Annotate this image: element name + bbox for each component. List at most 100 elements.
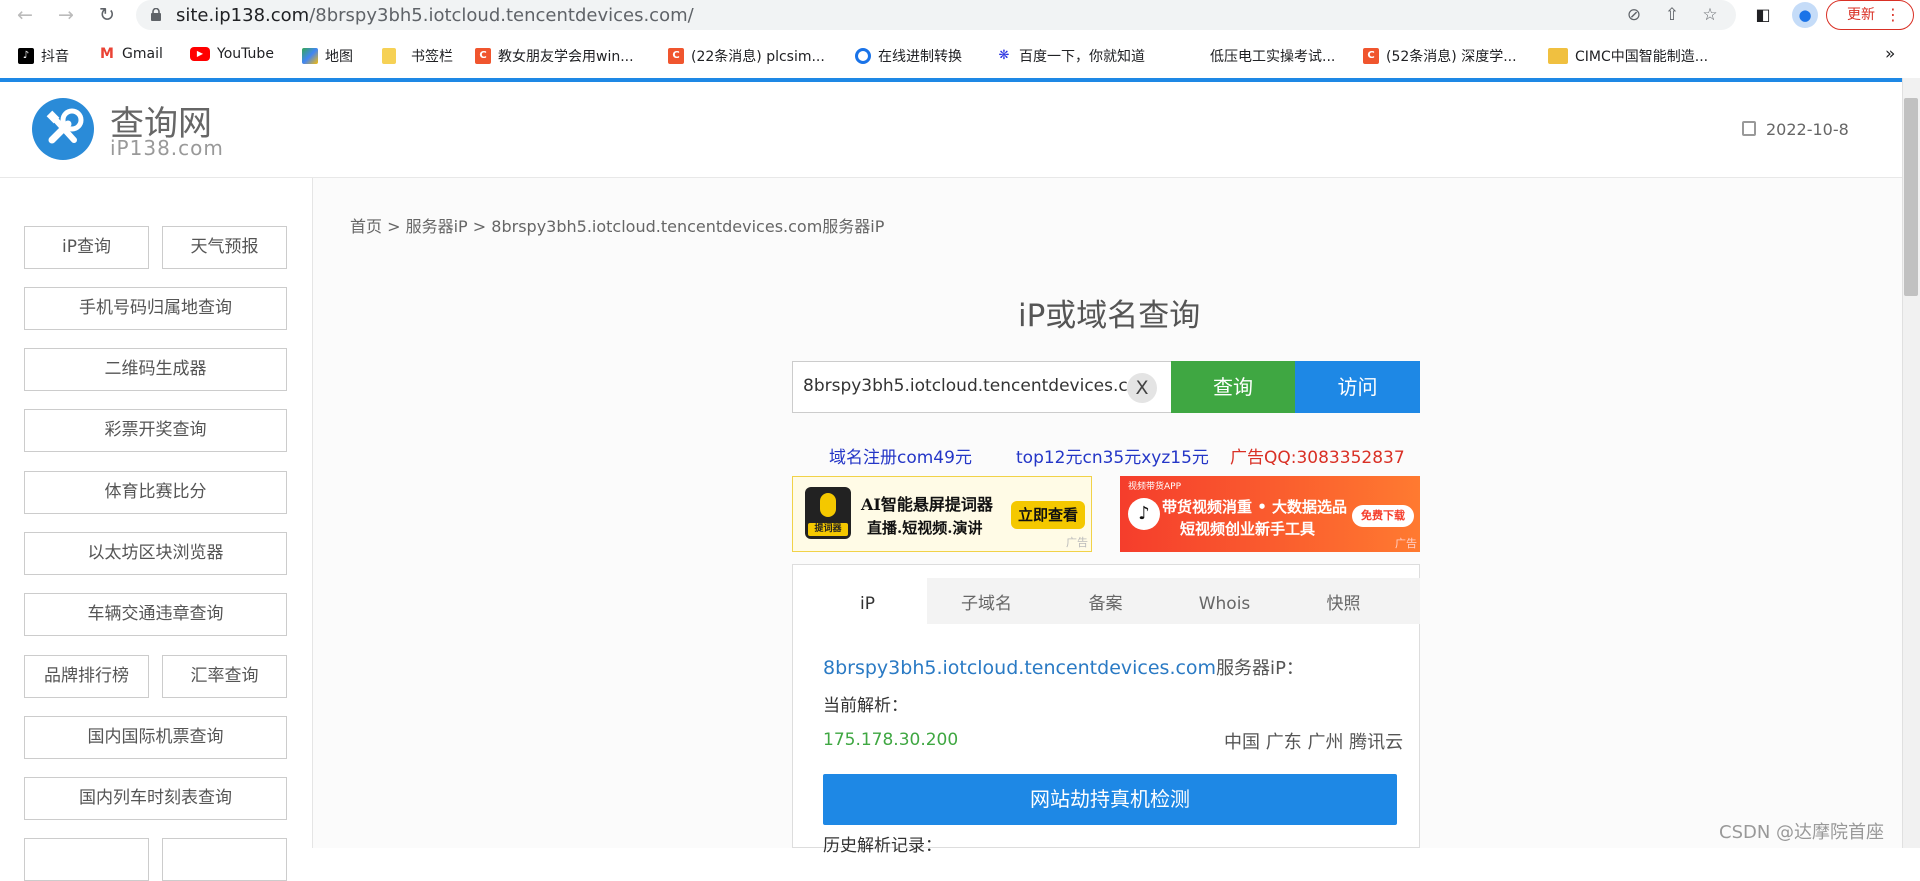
bookmark-label: Gmail (122, 46, 163, 62)
folder-icon (382, 48, 396, 64)
sidebar-item-lottery[interactable]: 彩票开奖查询 (24, 409, 287, 452)
tab-whois[interactable]: Whois (1165, 578, 1284, 624)
result-domain-link[interactable]: 8brspy3bh5.iotcloud.tencentdevices.com (823, 657, 1216, 679)
more-bookmarks-icon[interactable]: » (1885, 44, 1895, 64)
clear-icon[interactable]: X (1127, 373, 1157, 403)
bookmark-label: 低压电工实操考试... (1210, 49, 1336, 65)
breadcrumb-home[interactable]: 首页 (350, 217, 382, 236)
bookmark-item[interactable]: ♪ 抖音 (18, 46, 69, 66)
sidebar-item-traffic[interactable]: 车辆交通违章查询 (24, 593, 287, 636)
ad-link-domain-prices[interactable]: top12元cn35元xyz15元 (1016, 443, 1209, 468)
lock-icon[interactable] (150, 8, 162, 21)
ad-subtitle: 短视频创业新手工具 (1180, 520, 1316, 538)
bookmark-item[interactable]: C (52条消息) 深度学... (1363, 46, 1517, 66)
bookmark-item[interactable]: 低压电工实操考试... (1187, 46, 1335, 66)
sidebar-item-qrcode[interactable]: 二维码生成器 (24, 348, 287, 391)
site-header (0, 82, 1902, 178)
logo-tools-icon[interactable] (32, 98, 94, 160)
bookmark-item[interactable]: CIMC中国智能制造... (1548, 46, 1708, 66)
browser-toolbar: ← → ↻ site.ip138.com/8brspy3bh5.iotcloud… (0, 0, 1920, 30)
maps-icon (302, 48, 318, 64)
sidebar-item-phone-location[interactable]: 手机号码归属地查询 (24, 287, 287, 330)
more-menu-icon[interactable]: ⋮ (1885, 1, 1901, 29)
result-heading: 8brspy3bh5.iotcloud.tencentdevices.com服务… (823, 654, 1304, 680)
ad-cta-button[interactable]: 立即查看 (1011, 501, 1085, 529)
ad-subtitle: 直播.短视频.演讲 (867, 519, 983, 537)
ad-app-name: 提词器 (808, 523, 848, 536)
bookmark-label: (52条消息) 深度学... (1386, 49, 1517, 65)
microphone-icon: 提词器 (805, 487, 851, 539)
calendar-icon (1742, 121, 1756, 136)
bookmark-item[interactable]: 在线进制转换 (855, 46, 962, 66)
update-button[interactable]: 更新 ⋮ (1826, 0, 1914, 30)
ad-banner-teleprompter[interactable]: 提词器 AI智能悬屏提词器 直播.短视频.演讲 立即查看 广告 (792, 476, 1092, 552)
ip-location: 中国 广东 广州 腾讯云 (1224, 732, 1404, 753)
sidebar-item-ethereum[interactable]: 以太坊区块浏览器 (24, 532, 287, 575)
sidebar-item-brand-ranking[interactable]: 品牌排行榜 (24, 655, 149, 698)
breadcrumb-current[interactable]: 8brspy3bh5.iotcloud.tencentdevices.com服务… (491, 217, 884, 236)
sidebar-item-partial[interactable] (162, 838, 287, 881)
star-icon[interactable]: ☆ (1700, 5, 1720, 25)
bookmark-label: YouTube (217, 46, 274, 62)
csdn-icon: C (475, 48, 491, 64)
bookmark-label: 百度一下，你就知道 (1019, 49, 1145, 65)
page-title: iP或域名查询 (1018, 298, 1201, 334)
ad-banner-video[interactable]: 视频带货APP ♪ 带货视频消重 • 大数据选品 短视频创业新手工具 免费下载 … (1120, 476, 1420, 552)
location-blocked-icon[interactable]: ⊘ (1624, 5, 1644, 25)
resolved-ip[interactable]: 175.178.30.200 (823, 730, 958, 750)
bookmark-label: 书签栏 (411, 49, 453, 65)
ad-title: AI智能悬屏提词器 (861, 495, 993, 514)
logo-domain[interactable]: iP138.com (110, 136, 224, 160)
ad-cta-button[interactable]: 免费下载 (1352, 505, 1414, 527)
bookmark-label: CIMC中国智能制造... (1575, 49, 1709, 65)
profile-avatar-icon[interactable]: ● (1792, 2, 1818, 28)
sidebar-item-partial[interactable] (24, 838, 149, 881)
sidebar-item-trains[interactable]: 国内列车时刻表查询 (24, 777, 287, 820)
bookmark-item[interactable]: M Gmail (99, 46, 163, 62)
search-input[interactable]: 8brspy3bh5.iotcloud.tencentdevices.com X (792, 361, 1172, 413)
tab-subdomain[interactable]: 子域名 (927, 578, 1046, 624)
bookmark-label: 抖音 (41, 49, 69, 65)
tiktok-icon: ♪ (18, 48, 34, 64)
bookmark-item[interactable]: 书签栏 (382, 46, 453, 66)
bookmark-item[interactable]: ❋ 百度一下，你就知道 (996, 46, 1145, 66)
share-icon[interactable]: ⇧ (1662, 5, 1682, 25)
hijack-check-button[interactable]: 网站劫持真机检测 (823, 774, 1397, 825)
search-input-value[interactable]: 8brspy3bh5.iotcloud.tencentdevices.com (803, 376, 1155, 396)
bookmark-label: (22条消息) plcsim... (691, 49, 825, 65)
tab-ip[interactable]: iP (808, 578, 927, 624)
sidebar-item-ip-query[interactable]: iP查询 (24, 226, 149, 269)
ad-link-qq[interactable]: 广告QQ:3083352837 (1230, 443, 1405, 468)
back-arrow-icon[interactable]: ← (14, 4, 36, 26)
sidebar-item-sports[interactable]: 体育比赛比分 (24, 471, 287, 514)
bookmark-item[interactable]: 地图 (302, 46, 353, 66)
bookmark-item[interactable]: C (22条消息) plcsim... (668, 46, 825, 66)
visit-button[interactable]: 访问 (1295, 361, 1420, 413)
scrollbar-thumb[interactable] (1904, 98, 1918, 296)
breadcrumb-server-ip[interactable]: 服务器iP (406, 217, 468, 236)
tab-icp[interactable]: 备案 (1046, 578, 1165, 624)
tab-snapshot[interactable]: 快照 (1284, 578, 1403, 624)
url-text[interactable]: site.ip138.com/8brspy3bh5.iotcloud.tence… (176, 5, 694, 26)
bookmark-item[interactable]: ▶ YouTube (190, 46, 274, 62)
side-panel-icon[interactable]: ◧ (1752, 4, 1774, 26)
current-resolution-label: 当前解析： (823, 696, 908, 716)
address-bar[interactable]: site.ip138.com/8brspy3bh5.iotcloud.tence… (136, 0, 1736, 30)
forward-arrow-icon[interactable]: → (55, 4, 77, 26)
query-button[interactable]: 查询 (1171, 361, 1295, 413)
bookmarks-bar: ♪ 抖音 M Gmail ▶ YouTube 地图 书签栏 C 教女朋友学会用win..… (0, 42, 1920, 68)
ad-app-name: 视频带货APP (1128, 482, 1182, 492)
convert-icon (855, 48, 871, 64)
breadcrumb: 首页 > 服务器iP > 8brspy3bh5.iotcloud.tencent… (350, 217, 885, 236)
bookmark-item[interactable]: C 教女朋友学会用win... (475, 46, 634, 66)
sidebar-item-flights[interactable]: 国内国际机票查询 (24, 716, 287, 759)
ad-tag: 广告 (1395, 537, 1417, 550)
baidu-icon: ❋ (996, 48, 1012, 64)
blank-icon (1187, 48, 1203, 64)
sidebar-item-exchange-rate[interactable]: 汇率查询 (162, 655, 287, 698)
youtube-icon: ▶ (190, 47, 210, 61)
reload-icon[interactable]: ↻ (96, 4, 118, 26)
sidebar-item-weather[interactable]: 天气预报 (162, 226, 287, 269)
ad-title: 带货视频消重 • 大数据选品 (1162, 498, 1348, 516)
ad-link-domain-register[interactable]: 域名注册com49元 (829, 443, 972, 468)
